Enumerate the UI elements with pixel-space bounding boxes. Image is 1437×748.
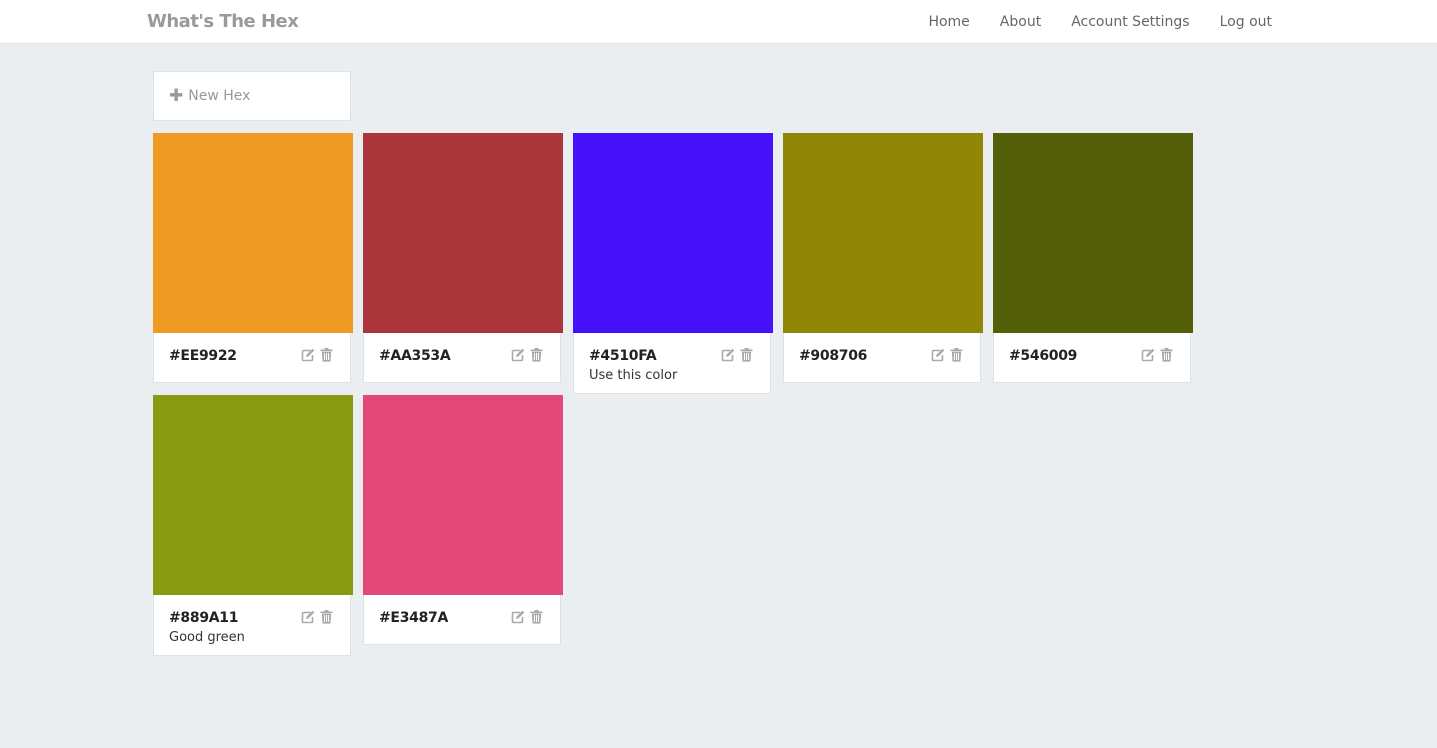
color-card: #546009 (993, 133, 1193, 383)
card-actions (511, 348, 544, 362)
color-swatch[interactable] (993, 133, 1193, 333)
edit-icon[interactable] (931, 348, 945, 362)
color-card-body: #AA353A (363, 333, 561, 383)
new-hex-label: New Hex (188, 88, 251, 104)
nav-logout-link[interactable]: Log out (1220, 14, 1272, 30)
card-actions (931, 348, 964, 362)
card-actions (511, 610, 544, 624)
color-swatch[interactable] (153, 395, 353, 595)
color-swatch[interactable] (153, 133, 353, 333)
card-actions (1141, 348, 1174, 362)
color-card-body: #E3487A (363, 595, 561, 645)
plus-icon: ✚ (169, 85, 184, 106)
color-card: #4510FA Use this color (573, 133, 773, 394)
card-actions (301, 348, 334, 362)
edit-icon[interactable] (301, 610, 315, 624)
top-navbar: What's The Hex Home About Account Settin… (0, 0, 1437, 44)
color-swatch[interactable] (363, 395, 563, 595)
color-note: Use this color (589, 368, 678, 383)
trash-icon[interactable] (320, 348, 334, 362)
color-card: #908706 (783, 133, 983, 383)
trash-icon[interactable] (740, 348, 754, 362)
nav-links: Home About Account Settings Log out (928, 14, 1272, 30)
color-swatch[interactable] (573, 133, 773, 333)
color-card-body: #889A11 Good green (153, 595, 351, 656)
trash-icon[interactable] (530, 348, 544, 362)
color-note: Good green (169, 630, 245, 645)
nav-about-link[interactable]: About (1000, 14, 1041, 30)
color-card: #AA353A (363, 133, 563, 383)
color-card-body: #4510FA Use this color (573, 333, 771, 394)
color-card-body: #EE9922 (153, 333, 351, 383)
color-swatch[interactable] (363, 133, 563, 333)
color-swatch[interactable] (783, 133, 983, 333)
card-actions (301, 610, 334, 624)
nav-account-settings-link[interactable]: Account Settings (1071, 14, 1189, 30)
brand-logo[interactable]: What's The Hex (147, 11, 299, 32)
color-card: #EE9922 (153, 133, 353, 383)
edit-icon[interactable] (511, 610, 525, 624)
new-hex-button[interactable]: ✚ New Hex (153, 71, 351, 121)
color-card-body: #908706 (783, 333, 981, 383)
edit-icon[interactable] (301, 348, 315, 362)
color-card: #E3487A (363, 395, 563, 645)
nav-home-link[interactable]: Home (928, 14, 969, 30)
edit-icon[interactable] (1141, 348, 1155, 362)
trash-icon[interactable] (1160, 348, 1174, 362)
color-card: #889A11 Good green (153, 395, 353, 656)
trash-icon[interactable] (320, 610, 334, 624)
edit-icon[interactable] (511, 348, 525, 362)
card-actions (721, 348, 754, 362)
trash-icon[interactable] (530, 610, 544, 624)
color-card-body: #546009 (993, 333, 1191, 383)
trash-icon[interactable] (950, 348, 964, 362)
edit-icon[interactable] (721, 348, 735, 362)
